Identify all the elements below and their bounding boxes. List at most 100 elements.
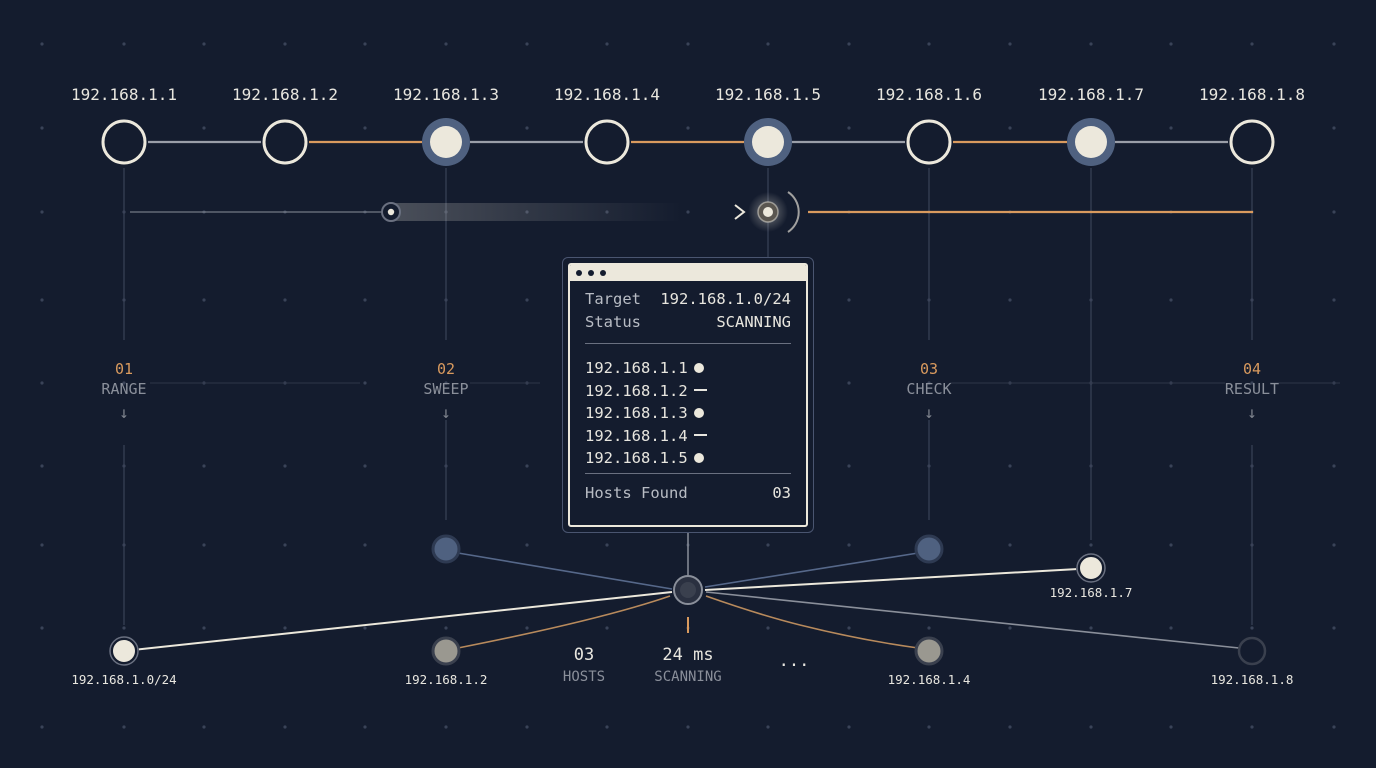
ip-node[interactable] [101, 119, 147, 165]
grid-dot [202, 126, 206, 130]
grid-dot [122, 42, 126, 46]
ip-node-label: 192.168.1.7 [1038, 85, 1144, 104]
status-key: Status [585, 313, 641, 331]
scan-hub-core [680, 582, 696, 598]
window-control-dot[interactable] [600, 270, 606, 276]
grid-dot [766, 543, 770, 547]
grid-dot [525, 42, 529, 46]
grid-dot [525, 126, 529, 130]
host-ip: 192.168.1.3 [585, 404, 688, 422]
window-control-dot[interactable] [588, 270, 594, 276]
step-number: 04 [1243, 360, 1261, 378]
step-number: 01 [115, 360, 133, 378]
result-node-host2[interactable] [431, 636, 461, 666]
grid-dot [40, 543, 44, 547]
host2-label: 192.168.1.2 [405, 672, 488, 687]
grid-dot [363, 42, 367, 46]
hosts-found-value: 03 [772, 484, 791, 502]
grid-dot [283, 626, 287, 630]
grid-dot [1332, 626, 1336, 630]
grid-dot [202, 298, 206, 302]
host-ip: 192.168.1.4 [585, 426, 688, 445]
ip-node-active [430, 126, 462, 158]
down-arrow-icon: ↓ [119, 403, 129, 422]
grid-dot [40, 626, 44, 630]
host-up-icon [693, 453, 704, 463]
grid-dot [363, 725, 367, 729]
link-hub-host8 [705, 591, 1240, 649]
grid-dot [122, 725, 126, 729]
grid-dot [363, 298, 367, 302]
grid-dot [1250, 725, 1254, 729]
ip-node-idle [262, 119, 308, 165]
result-node-host8[interactable] [1237, 636, 1267, 666]
grid-dot [363, 126, 367, 130]
result-node-host3[interactable] [431, 534, 461, 564]
result-node-host4[interactable] [914, 636, 944, 666]
host-row: 192.168.1.3 [585, 403, 704, 423]
grid-dot [1332, 126, 1336, 130]
ip-node[interactable] [422, 118, 470, 166]
grid-dot [766, 725, 770, 729]
host-up-icon [693, 363, 704, 373]
ip-node-label: 192.168.1.8 [1199, 85, 1305, 104]
result-node-host6[interactable] [914, 534, 944, 564]
ip-node[interactable] [584, 119, 630, 165]
grid-dot [605, 42, 609, 46]
ip-node-label: 192.168.1.5 [715, 85, 821, 104]
grid-dot [525, 725, 529, 729]
grid-dot [847, 626, 851, 630]
grid-dot [1169, 126, 1173, 130]
grid-dot [1169, 543, 1173, 547]
target-value: 192.168.1.0/24 [660, 290, 791, 308]
sweep-origin-dot [387, 208, 395, 216]
window-titlebar [570, 265, 806, 281]
ip-node-idle [101, 119, 147, 165]
host4-label: 192.168.1.4 [888, 672, 971, 687]
result-node-range[interactable] [109, 636, 139, 666]
more-indicator: ... [779, 651, 810, 671]
grid-dot [525, 626, 529, 630]
grid-dot [686, 126, 690, 130]
grid-dot [202, 626, 206, 630]
grid-dot [1169, 298, 1173, 302]
ip-node-idle [906, 119, 952, 165]
grid-dot [283, 42, 287, 46]
down-arrow-icon: ↓ [441, 403, 451, 422]
ip-node[interactable] [744, 118, 792, 166]
grid-dot [1008, 464, 1012, 468]
host-row: 192.168.1.5 [585, 448, 704, 468]
window-control-dot[interactable] [576, 270, 582, 276]
grid-dot [363, 381, 367, 385]
grid-dot [927, 42, 931, 46]
grid-dot [40, 381, 44, 385]
grid-dot [283, 464, 287, 468]
grid-dot [1169, 42, 1173, 46]
grid-dot [766, 42, 770, 46]
ip-node[interactable] [1067, 118, 1115, 166]
grid-dot [202, 42, 206, 46]
ip-node-active [752, 126, 784, 158]
result-node-host7[interactable] [1076, 553, 1106, 583]
grid-dot [1089, 626, 1093, 630]
grid-dot [283, 543, 287, 547]
grid-dot [1332, 543, 1336, 547]
host-ip: 192.168.1.5 [585, 449, 688, 467]
grid-dot [363, 543, 367, 547]
grid-dot [40, 210, 44, 214]
grid-dot [847, 464, 851, 468]
ip-node[interactable] [906, 119, 952, 165]
grid-dot [1008, 298, 1012, 302]
ip-node-label: 192.168.1.2 [232, 85, 338, 104]
ip-node-idle [1229, 119, 1275, 165]
grid-dot [40, 464, 44, 468]
grid-dot [1332, 42, 1336, 46]
down-arrow-icon: ↓ [1247, 403, 1257, 422]
sweep-indicator [130, 191, 1253, 233]
grid-dot [40, 42, 44, 46]
ip-node-label: 192.168.1.4 [554, 85, 660, 104]
ip-node[interactable] [1229, 119, 1275, 165]
ip-node[interactable] [262, 119, 308, 165]
grid-dot [444, 626, 448, 630]
grid-dot [605, 626, 609, 630]
